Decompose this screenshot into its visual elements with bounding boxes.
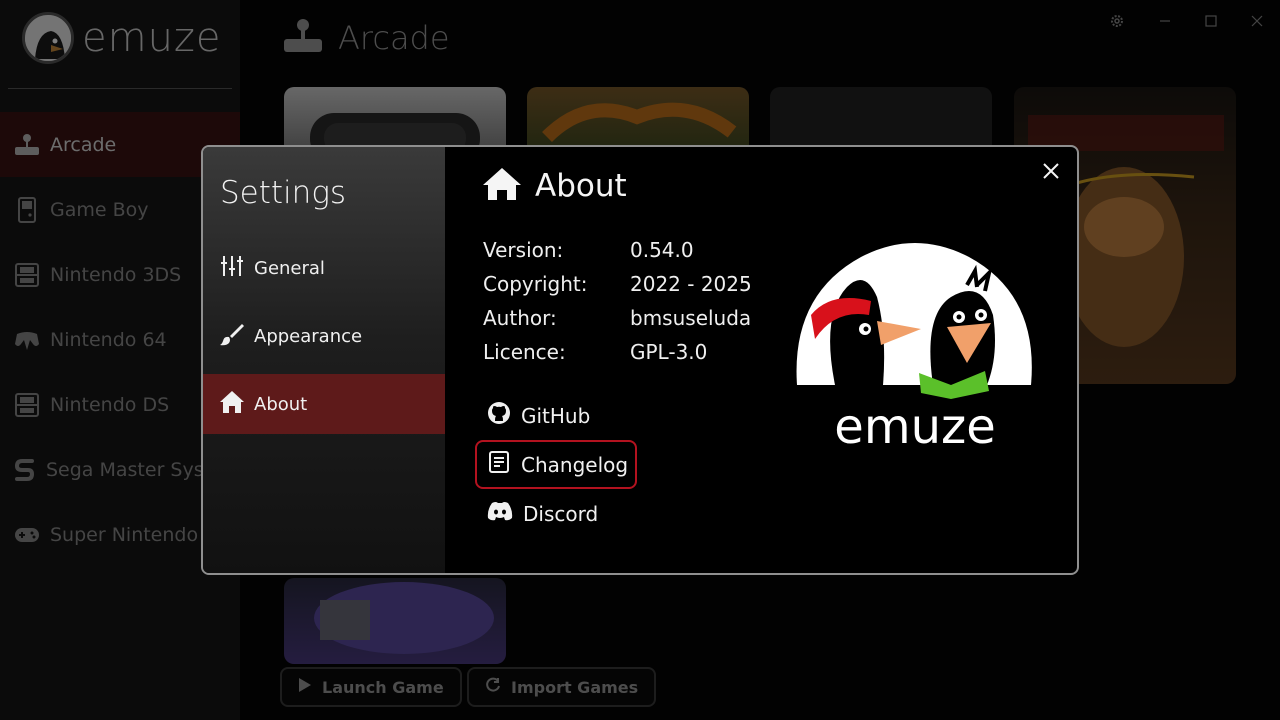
info-row-licence: Licence: GPL-3.0 bbox=[483, 335, 752, 369]
link-label: GitHub bbox=[521, 403, 591, 428]
info-value: GPL-3.0 bbox=[630, 340, 708, 364]
about-heading: About bbox=[535, 168, 627, 204]
discord-icon bbox=[487, 501, 513, 526]
emuze-penguins-logo: emuze bbox=[791, 235, 1039, 459]
info-value: bmsuseluda bbox=[630, 306, 752, 330]
settings-nav-label: Appearance bbox=[254, 325, 363, 347]
sliders-icon bbox=[220, 254, 244, 283]
info-key: Author: bbox=[483, 306, 557, 330]
settings-title: Settings bbox=[220, 175, 347, 211]
paintbrush-icon bbox=[220, 322, 244, 351]
settings-sidebar: Settings General Appearance About bbox=[203, 147, 445, 573]
close-icon[interactable] bbox=[1039, 159, 1063, 183]
link-label: Changelog bbox=[521, 452, 629, 477]
logo-wordmark: emuze bbox=[834, 399, 995, 455]
emuze-app: emuze Arcade Game Boy Nintendo 3DS bbox=[0, 0, 1280, 720]
info-key: Copyright: bbox=[483, 272, 588, 296]
settings-nav-general[interactable]: General bbox=[203, 238, 445, 298]
info-key: Licence: bbox=[483, 340, 566, 364]
info-row-version: Version: 0.54.0 bbox=[483, 233, 752, 267]
info-row-copyright: Copyright: 2022 - 2025 bbox=[483, 267, 752, 301]
about-links: GitHub Changelog Discord bbox=[475, 391, 637, 538]
settings-nav-appearance[interactable]: Appearance bbox=[203, 306, 445, 366]
github-link[interactable]: GitHub bbox=[475, 391, 637, 440]
info-value: 2022 - 2025 bbox=[630, 272, 752, 296]
settings-nav-label: About bbox=[254, 393, 308, 415]
settings-nav-label: General bbox=[254, 257, 325, 279]
info-value: 0.54.0 bbox=[630, 238, 694, 262]
changelog-link[interactable]: Changelog bbox=[475, 440, 637, 489]
discord-link[interactable]: Discord bbox=[475, 489, 637, 538]
link-label: Discord bbox=[523, 501, 599, 526]
github-icon bbox=[487, 401, 511, 430]
info-key: Version: bbox=[483, 238, 564, 262]
home-icon bbox=[220, 390, 244, 419]
settings-dialog: Settings General Appearance About About … bbox=[201, 145, 1079, 575]
about-info: Version: 0.54.0 Copyright: 2022 - 2025 A… bbox=[483, 233, 752, 369]
about-panel: About Version: 0.54.0 Copyright: 2022 - … bbox=[445, 147, 1077, 573]
document-icon bbox=[487, 450, 511, 479]
home-icon bbox=[483, 167, 521, 205]
info-row-author: Author: bmsuseluda bbox=[483, 301, 752, 335]
about-header: About bbox=[483, 167, 627, 205]
settings-nav-about[interactable]: About bbox=[203, 374, 445, 434]
settings-nav: General Appearance About bbox=[203, 238, 445, 442]
